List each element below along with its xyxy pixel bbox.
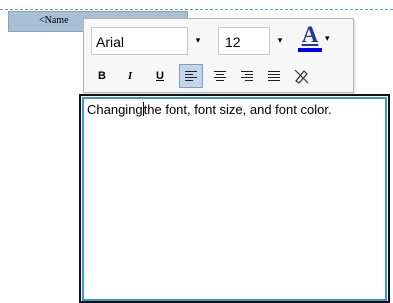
font-color-button[interactable]: A ▾ <box>297 22 335 54</box>
dashed-guide-line <box>0 9 393 10</box>
bold-button[interactable]: B <box>90 64 114 88</box>
editor-text-after-caret: the font, font size, and font color. <box>143 102 332 117</box>
text-editor-focus-border: Changingthe font, font size, and font co… <box>82 97 387 301</box>
align-justify-icon <box>268 70 280 82</box>
font-size-dropdown-icon[interactable]: ▾ <box>274 34 286 46</box>
font-family-select[interactable]: Arial <box>91 27 188 55</box>
format-button-row: B I U <box>90 64 350 88</box>
align-right-button[interactable] <box>235 64 259 88</box>
underline-button[interactable]: U <box>148 64 172 88</box>
align-center-icon <box>214 70 226 82</box>
font-family-dropdown-icon[interactable]: ▾ <box>192 34 204 46</box>
align-justify-button[interactable] <box>262 64 286 88</box>
editor-text[interactable]: Changingthe font, font size, and font co… <box>87 102 332 117</box>
text-editor-box[interactable]: Changingthe font, font size, and font co… <box>79 94 390 303</box>
font-size-select[interactable]: 12 <box>218 27 270 55</box>
format-toolbar: Arial ▾ 12 ▾ A ▾ B I U <box>83 18 354 93</box>
clear-format-icon <box>294 69 309 84</box>
font-color-icon: A <box>301 22 319 47</box>
clear-format-button[interactable] <box>289 64 313 88</box>
align-left-button[interactable] <box>179 64 203 88</box>
font-color-dropdown-icon[interactable]: ▾ <box>325 32 335 44</box>
editor-text-before-caret: Changing <box>87 102 143 117</box>
font-color-swatch <box>298 48 322 52</box>
align-left-icon <box>185 70 197 82</box>
align-right-icon <box>241 70 253 82</box>
align-center-button[interactable] <box>208 64 232 88</box>
italic-button[interactable]: I <box>118 64 142 88</box>
